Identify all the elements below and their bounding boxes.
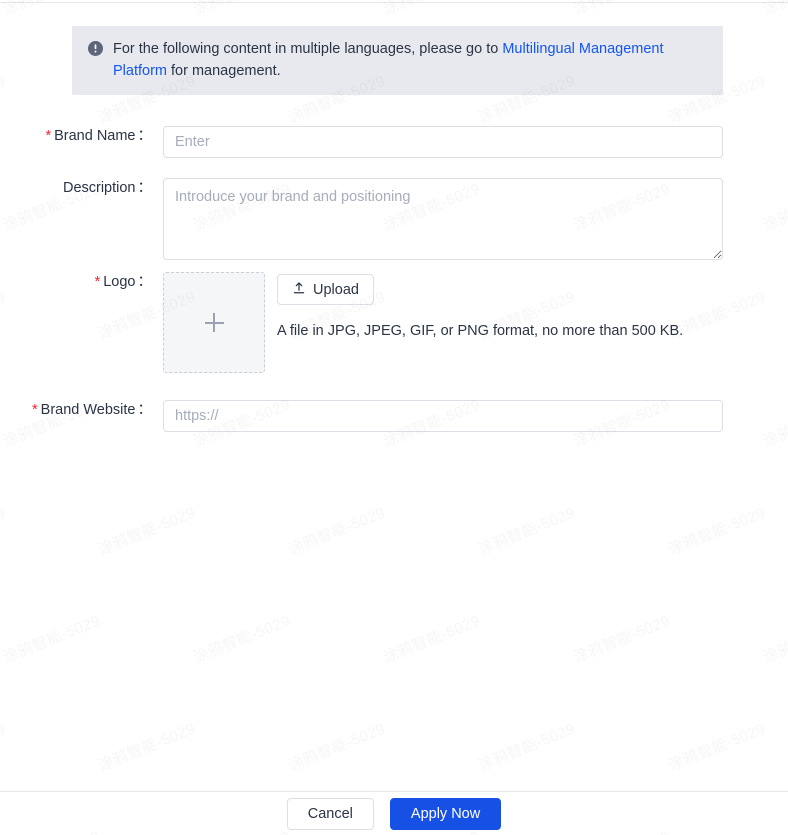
brand-application-form: For the following content in multiple la… (0, 0, 788, 835)
label-colon: ： (137, 402, 153, 418)
upload-button-label: Upload (313, 281, 359, 298)
description-label: Description： (0, 178, 152, 198)
required-asterisk: * (45, 128, 52, 144)
brand-website-label: * Brand Website： (0, 400, 152, 420)
required-asterisk: * (94, 274, 101, 290)
upload-icon (292, 281, 306, 299)
brand-website-input[interactable] (163, 400, 723, 432)
description-row: Description： (0, 178, 723, 260)
logo-row: * Logo： Upload A file in JPG, JPEG, GIF,… (0, 272, 683, 373)
brand-name-label-text: Brand Name (54, 128, 136, 144)
logo-format-hint: A file in JPG, JPEG, GIF, or PNG format,… (277, 323, 684, 339)
upload-button[interactable]: Upload (277, 274, 374, 305)
label-colon: ： (137, 274, 153, 290)
info-circle-icon (88, 41, 103, 56)
logo-dropzone[interactable] (163, 272, 265, 373)
logo-side-panel: Upload A file in JPG, JPEG, GIF, or PNG … (277, 272, 683, 341)
plus-icon (204, 313, 224, 332)
brand-name-input[interactable] (163, 126, 723, 158)
logo-label: * Logo： (0, 272, 152, 292)
label-colon: ： (137, 128, 153, 144)
banner-text-before: For the following content in multiple la… (113, 41, 503, 57)
brand-name-label: * Brand Name： (0, 126, 152, 146)
label-colon: ： (137, 180, 153, 196)
description-label-text: Description (62, 180, 136, 196)
banner-message: For the following content in multiple la… (113, 38, 707, 82)
multilingual-info-banner: For the following content in multiple la… (72, 26, 723, 95)
description-textarea[interactable] (163, 178, 723, 260)
brand-name-row: * Brand Name： (0, 126, 723, 158)
brand-website-label-text: Brand Website (40, 402, 136, 418)
logo-label-text: Logo (103, 274, 136, 290)
logo-uploader: Upload A file in JPG, JPEG, GIF, or PNG … (163, 272, 683, 373)
banner-text-after: for management. (167, 63, 281, 79)
brand-website-row: * Brand Website： (0, 400, 723, 432)
required-asterisk: * (32, 402, 38, 418)
